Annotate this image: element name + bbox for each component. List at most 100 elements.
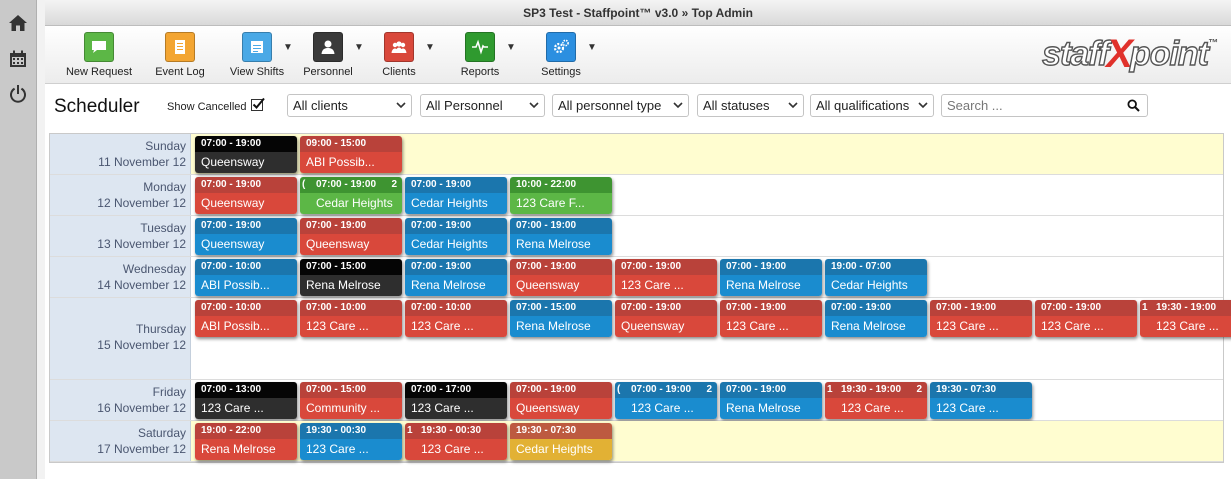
shift-card[interactable]: 07:00 - 19:00 Rena Melrose xyxy=(510,218,612,255)
day-row-sunday: Sunday 11 November 12 07:00 - 19:00 Queensw… xyxy=(50,134,1223,175)
calendar-icon[interactable] xyxy=(6,48,30,70)
filter-bar: Scheduler Show Cancelled All clients All… xyxy=(45,84,1231,128)
shift-card[interactable]: 19:30 - 00:30 123 Care ... 1 xyxy=(405,423,507,460)
shift-time: 07:00 - 13:00 xyxy=(195,382,297,398)
day-name: Thursday xyxy=(135,322,186,336)
shift-card[interactable]: 07:00 - 19:00 Queensway xyxy=(510,259,612,296)
shift-card[interactable]: 07:00 - 19:00 Rena Melrose xyxy=(720,259,822,296)
shift-location: 123 Care ... xyxy=(615,275,717,296)
day-date: 15 November 12 xyxy=(97,338,186,352)
shift-card[interactable]: 19:30 - 19:00 123 Care ... 1 2 xyxy=(825,382,927,419)
shift-card[interactable]: 07:00 - 19:00 Queensway xyxy=(195,136,297,173)
search-box xyxy=(941,94,1148,117)
view-shifts-button[interactable]: View Shifts ▼ xyxy=(217,32,297,78)
shift-card[interactable]: 07:00 - 19:00 123 Care ... xyxy=(1035,300,1137,337)
shift-card[interactable]: 19:30 - 07:30 123 Care ... xyxy=(930,382,1032,419)
shift-location: 123 Care ... xyxy=(300,316,402,337)
shift-card[interactable]: 19:30 - 19:00123 Care ...13 xyxy=(1140,300,1231,337)
log-icon xyxy=(165,32,195,62)
shift-card[interactable]: 07:00 - 19:00 Rena Melrose xyxy=(405,259,507,296)
clients-button[interactable]: Clients ▼ xyxy=(359,32,439,78)
shift-card[interactable]: 07:00 - 17:00 123 Care ... xyxy=(405,382,507,419)
reports-label: Reports xyxy=(460,66,500,78)
shift-card[interactable]: 07:00 - 19:00 Queensway xyxy=(510,382,612,419)
power-icon[interactable] xyxy=(6,83,30,105)
show-cancelled-label: Show Cancelled xyxy=(167,101,247,113)
shift-card[interactable]: 07:00 - 15:00 Rena Melrose xyxy=(300,259,402,296)
home-icon[interactable] xyxy=(6,12,30,34)
chevron-down-icon[interactable]: ▼ xyxy=(425,42,435,53)
shift-card[interactable]: 07:00 - 19:00 123 Care ... xyxy=(615,259,717,296)
shift-card[interactable]: 07:00 - 19:00 Rena Melrose xyxy=(825,300,927,337)
shift-card[interactable]: 07:00 - 13:00 123 Care ... xyxy=(195,382,297,419)
shift-card[interactable]: 10:00 - 22:00 123 Care F... xyxy=(510,177,612,214)
shift-card[interactable]: 19:00 - 07:00 Cedar Heights xyxy=(825,259,927,296)
shift-card[interactable]: 07:00 - 19:00 Queensway xyxy=(195,218,297,255)
shift-location: Queensway xyxy=(195,152,297,173)
shift-card[interactable]: 07:00 - 19:00 123 Care ... xyxy=(930,300,1032,337)
shift-location: ABI Possib... xyxy=(300,152,402,173)
event-log-button[interactable]: Event Log xyxy=(140,32,220,78)
show-cancelled-toggle[interactable]: Show Cancelled xyxy=(167,97,265,114)
shift-card[interactable]: 07:00 - 19:00 Cedar Heights (2 xyxy=(300,177,402,214)
personnel-type-select[interactable]: All personnel type xyxy=(552,94,689,117)
shift-location: 123 Care ... xyxy=(825,398,927,419)
qualifications-select-value: All qualifications xyxy=(816,98,910,113)
personnel-select[interactable]: All Personnel xyxy=(420,94,545,117)
shift-card[interactable]: 07:00 - 19:00 Queensway xyxy=(615,300,717,337)
shift-card[interactable]: 19:30 - 00:30 123 Care ... xyxy=(300,423,402,460)
search-input[interactable] xyxy=(947,95,1117,115)
shift-card[interactable]: 19:00 - 22:00 Rena Melrose xyxy=(195,423,297,460)
shift-location: 123 Care ... xyxy=(930,398,1032,419)
shift-card[interactable]: 19:30 - 07:30 Cedar Heights xyxy=(510,423,612,460)
personnel-button[interactable]: Personnel ▼ xyxy=(288,32,368,78)
shift-location: 123 Care ... xyxy=(405,398,507,419)
shift-time: 07:00 - 19:00 xyxy=(195,136,297,152)
personnel-select-value: All Personnel xyxy=(426,98,503,113)
clients-select[interactable]: All clients xyxy=(287,94,412,117)
shift-location: 123 Care ... xyxy=(720,316,822,337)
checkbox-checked-icon[interactable] xyxy=(250,97,265,111)
shift-card[interactable]: 07:00 - 19:00 Rena Melrose xyxy=(720,382,822,419)
day-name: Wednesday xyxy=(122,262,186,276)
search-icon[interactable] xyxy=(1127,99,1140,112)
settings-button[interactable]: Settings ▼ xyxy=(521,32,601,78)
shift-card[interactable]: 07:00 - 19:00 123 Care ... (2 xyxy=(615,382,717,419)
shift-time: 07:00 - 10:00 xyxy=(405,300,507,316)
shift-card[interactable]: 07:00 - 19:00 Queensway xyxy=(195,177,297,214)
shift-time: 07:00 - 15:00 xyxy=(300,382,402,398)
gears-icon xyxy=(546,32,576,62)
personnel-type-select-value: All personnel type xyxy=(558,98,662,113)
shift-card[interactable]: 07:00 - 15:00 Rena Melrose xyxy=(510,300,612,337)
shift-time: 19:30 - 19:00 xyxy=(825,382,927,398)
shift-card[interactable]: 07:00 - 10:00 123 Care ... xyxy=(405,300,507,337)
event-log-label: Event Log xyxy=(155,66,205,78)
clients-label: Clients xyxy=(382,66,416,78)
shift-location: 123 Care ... xyxy=(405,316,507,337)
shift-time: 07:00 - 17:00 xyxy=(405,382,507,398)
shift-card[interactable]: 07:00 - 19:00 123 Care ... xyxy=(720,300,822,337)
chevron-down-icon[interactable]: ▼ xyxy=(506,42,516,53)
shift-card[interactable]: 07:00 - 19:00 Queensway xyxy=(300,218,402,255)
shift-time: 07:00 - 19:00 xyxy=(615,300,717,316)
shift-card[interactable]: 07:00 - 15:00 Community ... xyxy=(300,382,402,419)
shift-card[interactable]: 07:00 - 10:00 123 Care ... xyxy=(300,300,402,337)
shift-card[interactable]: 07:00 - 10:00 ABI Possib... xyxy=(195,259,297,296)
new-request-button[interactable]: New Request xyxy=(59,32,139,78)
shift-card[interactable]: 09:00 - 15:00 ABI Possib... xyxy=(300,136,402,173)
shift-time: 19:30 - 07:30 xyxy=(510,423,612,439)
statuses-select[interactable]: All statuses xyxy=(697,94,804,117)
shift-time: 07:00 - 19:00 xyxy=(1035,300,1137,316)
shift-card[interactable]: 07:00 - 10:00 ABI Possib... xyxy=(195,300,297,337)
scheduler-grid: Sunday 11 November 12 07:00 - 19:00 Queensw… xyxy=(49,133,1231,463)
day-row-saturday: Saturday 17 November 12 19:00 - 22:00 Rena … xyxy=(50,421,1223,462)
shift-card[interactable]: 07:00 - 19:00 Cedar Heights xyxy=(405,177,507,214)
reports-button[interactable]: Reports ▼ xyxy=(440,32,520,78)
staffpoint-logo: staff Xpoint ™ xyxy=(1041,32,1218,76)
shift-card[interactable]: 07:00 - 19:00 Cedar Heights xyxy=(405,218,507,255)
chevron-down-icon[interactable]: ▼ xyxy=(587,42,597,53)
shift-count-badge: 2 xyxy=(391,179,397,190)
shift-time: 10:00 - 22:00 xyxy=(510,177,612,193)
app-window: SP3 Test - Staffpoint™ v3.0 » Top Admin … xyxy=(45,0,1231,479)
qualifications-select[interactable]: All qualifications xyxy=(810,94,934,117)
